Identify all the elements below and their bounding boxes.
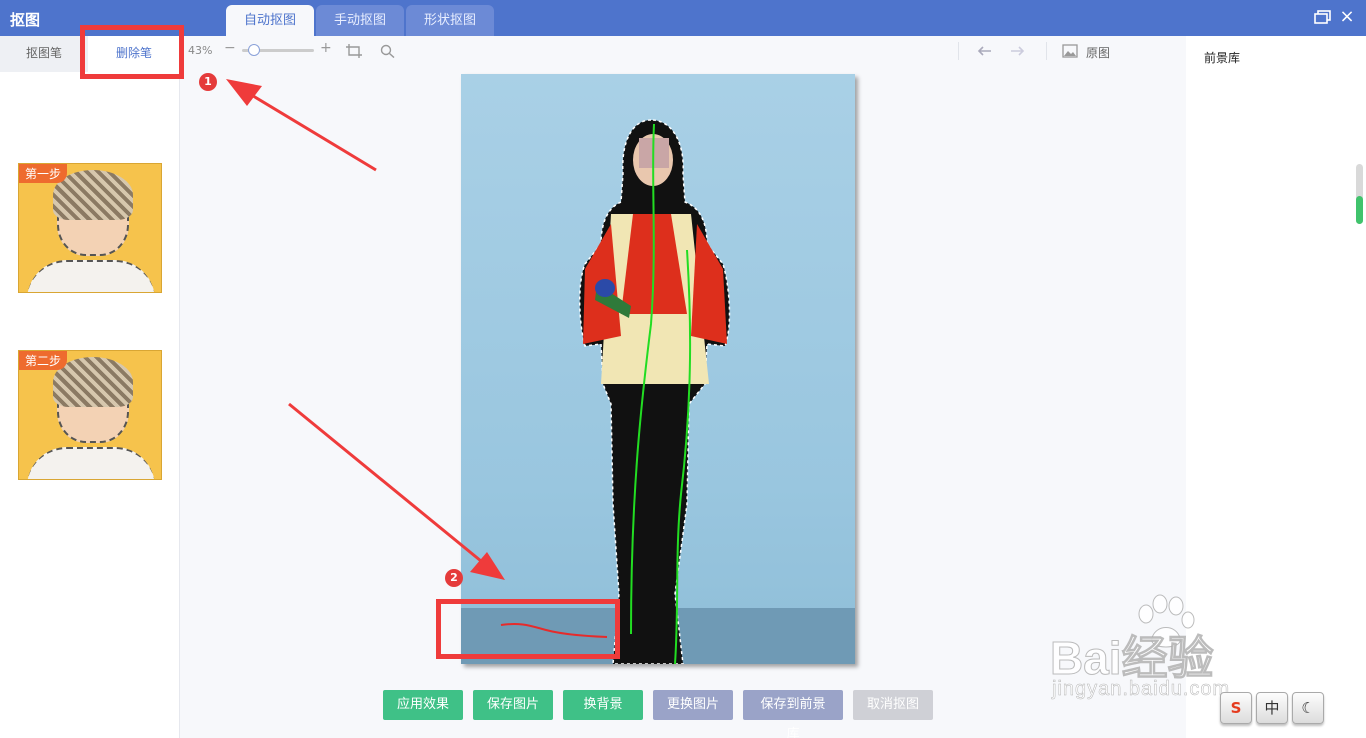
baby-body [27,447,155,479]
apply-effect-button[interactable]: 应用效果 [383,690,463,720]
title-bar: 抠图 自动抠图 手动抠图 形状抠图 × [0,0,1366,36]
toolbar-divider [1046,42,1047,60]
undo-arrow-icon[interactable] [976,44,992,58]
cutout-canvas[interactable] [461,74,855,664]
tab-shape-cutout[interactable]: 形状抠图 [406,5,495,36]
ime-chinese-toggle[interactable]: 中 [1256,692,1288,724]
step-label: 第二步 [19,351,68,370]
arrow-head-1 [226,79,262,106]
watermark-url: jingyan.baidu.com [1052,678,1231,701]
step-label: 第一步 [19,164,68,183]
scrollbar-thumb[interactable] [1356,196,1363,224]
mode-tabs: 自动抠图 手动抠图 形状抠图 [226,5,496,36]
left-panel: 抠图笔 删除笔 第一步 第二步 [0,36,180,738]
annotation-badge-2: 2 [445,569,463,587]
zoom-out-button[interactable]: − [224,40,236,56]
action-bar: 应用效果 保存图片 换背景 更换图片 保存到前景库 取消抠图 [383,690,943,738]
zoom-level: 43% [188,44,213,57]
sogou-ime-icon[interactable]: S [1220,692,1252,724]
canvas-toolbar: 43% − + 原图 [180,36,1186,66]
step-two-thumbnail: 第二步 [18,350,162,480]
step-one-thumbnail: 第一步 [18,163,162,293]
change-background-button[interactable]: 换背景 [563,690,643,720]
image-icon[interactable] [1062,44,1078,58]
toolbar-divider [958,42,959,60]
zoom-in-button[interactable]: + [320,40,332,56]
subject-figure [500,119,731,664]
annotation-box-stroke [436,599,620,659]
tab-cutout-pen[interactable]: 抠图笔 [0,36,88,72]
moon-icon[interactable]: ☾ [1292,692,1324,724]
original-image-toggle[interactable]: 原图 [1086,44,1110,61]
restore-window-icon[interactable] [1314,10,1332,24]
app-title: 抠图 [10,11,41,29]
replace-image-button[interactable]: 更换图片 [653,690,733,720]
baby-body [27,260,155,292]
ime-toolbar: S 中 ☾ [1220,692,1328,724]
crop-icon[interactable] [346,44,362,58]
tab-manual-cutout[interactable]: 手动抠图 [316,5,405,36]
annotation-box-delete-pen [80,25,184,79]
annotation-badge-1: 1 [199,73,217,91]
foreground-library-title: 前景库 [1204,51,1241,65]
save-image-button[interactable]: 保存图片 [473,690,553,720]
save-to-library-button[interactable]: 保存到前景库 [743,690,843,738]
close-icon[interactable]: × [1338,8,1356,26]
zoom-fit-icon[interactable] [380,44,396,58]
zoom-slider-handle[interactable] [248,44,260,56]
tab-auto-cutout[interactable]: 自动抠图 [226,5,315,36]
redo-arrow-icon[interactable] [1010,44,1026,58]
cancel-cutout-button[interactable]: 取消抠图 [853,690,933,720]
